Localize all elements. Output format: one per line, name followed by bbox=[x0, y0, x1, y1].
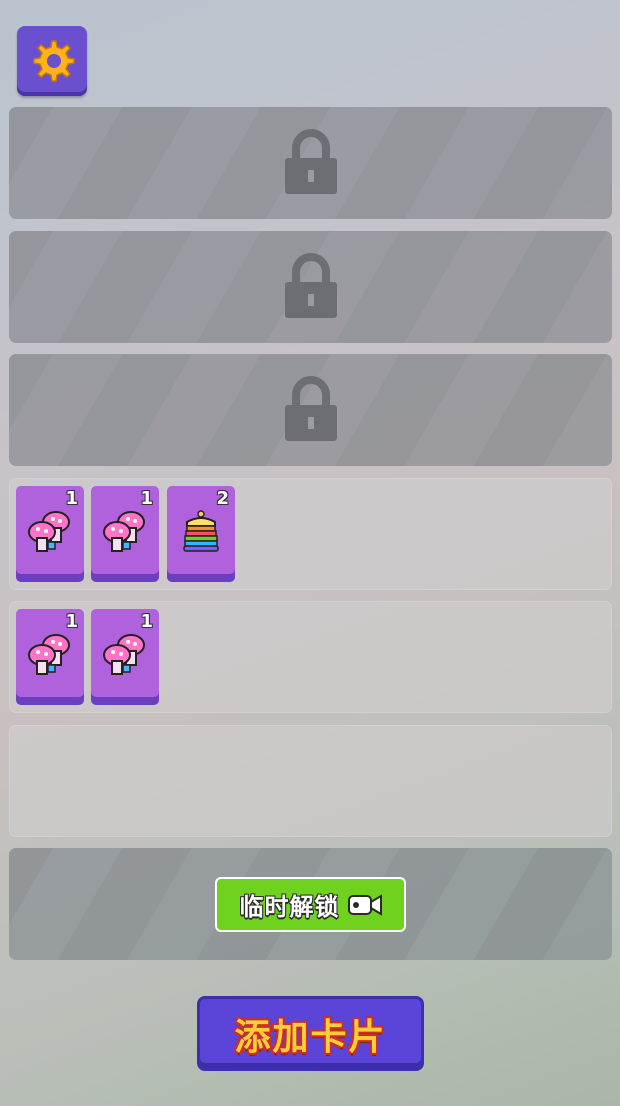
locked-slot-row bbox=[9, 354, 612, 466]
video-camera-icon bbox=[347, 893, 382, 916]
card-mushroom[interactable]: 1 bbox=[16, 486, 84, 582]
card-mushroom[interactable]: 1 bbox=[16, 609, 84, 705]
temp-unlock-label: 临时解锁 bbox=[239, 893, 340, 921]
card-mushroom[interactable]: 1 bbox=[91, 609, 159, 705]
mushroom-icon bbox=[103, 511, 145, 552]
card-count: 1 bbox=[65, 488, 78, 509]
card-mushroom[interactable]: 1 bbox=[91, 486, 159, 582]
add-card-label: 添加卡片 bbox=[234, 1016, 387, 1058]
locked-slot-row bbox=[9, 107, 612, 219]
card-slot-row: 1 1 bbox=[9, 601, 612, 713]
locked-slot-row bbox=[9, 231, 612, 343]
card-count: 1 bbox=[65, 611, 78, 632]
temp-unlock-button[interactable]: 临时解锁 bbox=[215, 877, 406, 932]
add-card-button[interactable]: 添加卡片 bbox=[197, 996, 424, 1071]
lock-icon bbox=[284, 253, 337, 318]
lock-icon bbox=[284, 376, 337, 441]
card-slot-row: 1 1 2 bbox=[9, 478, 612, 590]
card-count: 2 bbox=[216, 488, 229, 509]
gear-icon bbox=[33, 40, 75, 82]
card-slot-row[interactable] bbox=[9, 725, 612, 837]
settings-button[interactable] bbox=[17, 26, 87, 96]
lock-icon bbox=[284, 129, 337, 194]
mushroom-icon bbox=[103, 634, 145, 675]
mushroom-icon bbox=[28, 634, 70, 675]
card-cake[interactable]: 2 bbox=[167, 486, 235, 582]
card-count: 1 bbox=[140, 488, 153, 509]
mushroom-icon bbox=[28, 511, 70, 552]
cake-icon bbox=[183, 510, 219, 552]
card-count: 1 bbox=[140, 611, 153, 632]
